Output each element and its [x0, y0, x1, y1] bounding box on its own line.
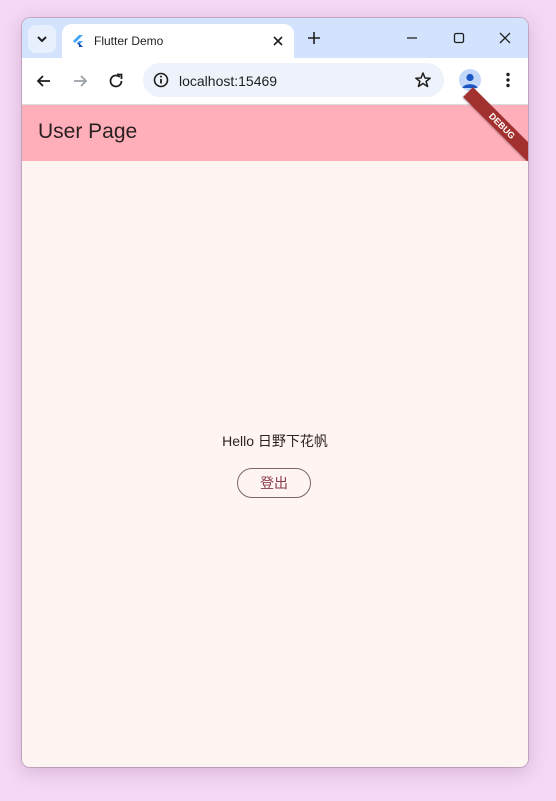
url-text: localhost:15469: [179, 73, 278, 89]
tab-title: Flutter Demo: [94, 34, 164, 48]
page-body: Hello 日野下花帆 登出: [22, 161, 528, 767]
logout-button[interactable]: 登出: [237, 468, 311, 498]
plus-icon[interactable]: [306, 30, 322, 46]
browser-window: Flutter Demo localhost:15469 User Page D…: [22, 18, 528, 767]
profile-button[interactable]: [459, 69, 481, 91]
close-icon[interactable]: [270, 33, 286, 49]
reload-icon[interactable]: [106, 71, 126, 91]
maximize-icon[interactable]: [451, 30, 467, 46]
arrow-left-icon[interactable]: [34, 71, 54, 91]
app-bar: User Page DEBUG: [22, 87, 528, 165]
tab-flutter-demo[interactable]: Flutter Demo: [62, 24, 294, 58]
address-bar[interactable]: localhost:15469: [143, 63, 444, 97]
arrow-right-icon[interactable]: [70, 71, 90, 91]
chevron-down-icon: [37, 36, 47, 43]
info-icon[interactable]: [152, 71, 170, 89]
flutter-logo-icon: [73, 35, 83, 47]
close-icon[interactable]: [497, 30, 513, 46]
minimize-icon[interactable]: [404, 30, 420, 46]
page-title: User Page: [38, 120, 138, 143]
tab-strip: Flutter Demo: [22, 18, 528, 58]
account-icon: [462, 73, 478, 88]
browser-toolbar: localhost:15469: [22, 58, 528, 105]
greeting-text: Hello 日野下花帆: [222, 433, 328, 449]
star-icon[interactable]: [414, 71, 432, 89]
more-vert-icon[interactable]: [498, 70, 518, 90]
tab-search-button[interactable]: [28, 25, 56, 53]
